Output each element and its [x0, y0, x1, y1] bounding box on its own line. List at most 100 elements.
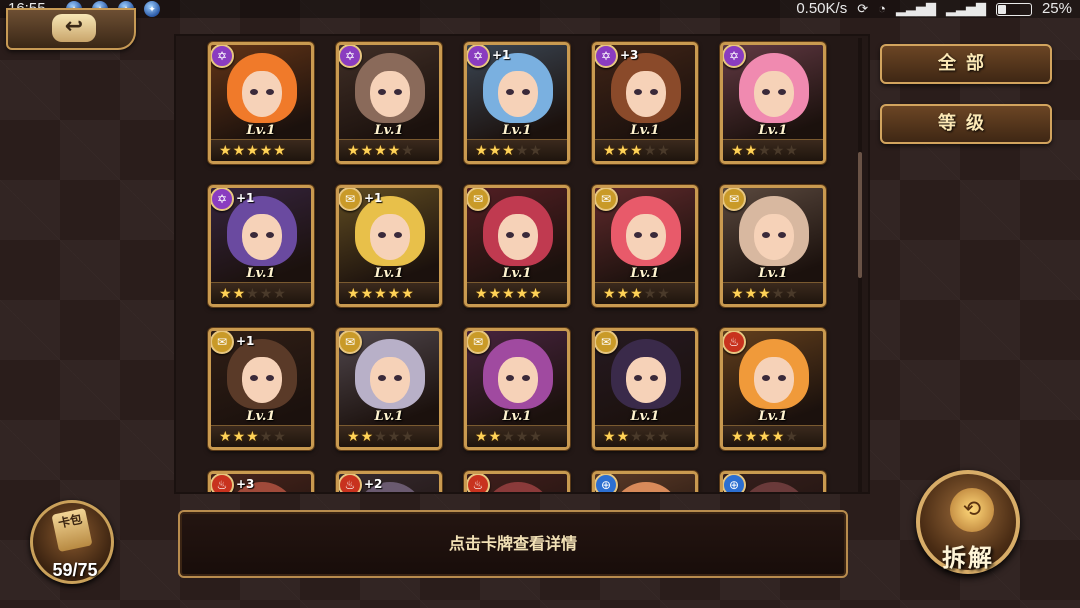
hero-card[interactable]: ♨ +2: [336, 471, 442, 492]
filter-level-button[interactable]: 等级: [880, 104, 1052, 144]
star-icon: ★: [515, 428, 529, 445]
hero-card[interactable]: Lv.1 ★ ★ ★ ★ ★ ✡: [336, 42, 442, 164]
star-icon: ★: [744, 142, 758, 159]
hero-card[interactable]: Lv.1 ★ ★ ★ ★ ★ ✡ +3: [592, 42, 698, 164]
scroll-thumb[interactable]: [858, 152, 862, 278]
hero-eye: [266, 375, 274, 381]
star-icon: ★: [488, 285, 502, 302]
star-icon: ★: [643, 142, 657, 159]
star-icon: ★: [273, 285, 286, 302]
star-icon: ★: [630, 428, 643, 445]
hero-card[interactable]: ♨ +3: [208, 471, 314, 492]
filter-all-button[interactable]: 全部: [880, 44, 1052, 84]
star-icon: ★: [232, 428, 246, 445]
hero-card[interactable]: ⊕: [720, 471, 826, 492]
hero-hair: [611, 482, 681, 492]
card-level: Lv.1: [374, 409, 404, 424]
hero-card[interactable]: Lv.1 ★ ★ ★ ★ ★ ✡ +1: [208, 185, 314, 307]
hero-card[interactable]: ⊕: [592, 471, 698, 492]
hero-face: [242, 214, 282, 260]
hero-card[interactable]: Lv.1 ★ ★ ★ ★ ★ ✡: [720, 42, 826, 164]
star-icon: ★: [475, 142, 488, 159]
hero-face: [498, 214, 538, 260]
network-speed: 0.50K/s: [796, 0, 848, 17]
fire-type-icon: ♨: [723, 331, 746, 354]
hero-eye: [778, 375, 786, 381]
battery-percent: 25%: [1041, 0, 1072, 17]
star-icon: ★: [401, 285, 414, 302]
hero-eye: [394, 89, 402, 95]
hero-face: [754, 214, 794, 260]
star-icon: ★: [246, 428, 259, 445]
hero-face: [498, 71, 538, 117]
hero-card[interactable]: Lv.1 ★ ★ ★ ★ ★ ✉: [464, 185, 570, 307]
status-right: 0.50K/s ⟳ ◔ ▂▃▅▇ ▂▃▅▇ 25%: [796, 0, 1072, 18]
star-icon: ★: [616, 142, 630, 159]
hero-card[interactable]: Lv.1 ★ ★ ★ ★ ★ ✉: [592, 185, 698, 307]
star-icon: ★: [360, 142, 374, 159]
hero-eye: [378, 232, 386, 238]
hero-eye: [778, 232, 786, 238]
hex-type-icon: ✡: [723, 45, 746, 68]
card-level: Lv.1: [630, 409, 660, 424]
hero-eye: [634, 89, 642, 95]
star-icon: ★: [515, 142, 529, 159]
hero-eye: [506, 375, 514, 381]
hero-face: [370, 71, 410, 117]
star-icon: ★: [259, 142, 273, 159]
hero-eye: [650, 375, 658, 381]
star-icon: ★: [360, 285, 374, 302]
back-button[interactable]: ↩: [6, 8, 136, 50]
card-level: Lv.1: [502, 123, 532, 138]
hero-face: [754, 71, 794, 117]
hero-eye: [266, 232, 274, 238]
hero-card[interactable]: Lv.1 ★ ★ ★ ★ ★ ✉: [720, 185, 826, 307]
hero-card[interactable]: Lv.1 ★ ★ ★ ★ ★ ✉ +1: [336, 185, 442, 307]
card-rank: +2: [364, 477, 383, 491]
scroll-type-icon: ✉: [595, 331, 618, 354]
hero-card[interactable]: Lv.1 ★ ★ ★ ★ ★ ✉: [464, 328, 570, 450]
star-icon: ★: [259, 285, 273, 302]
hero-card[interactable]: Lv.1 ★ ★ ★ ★ ★ ✉: [336, 328, 442, 450]
star-icon: ★: [603, 428, 616, 445]
star-icon: ★: [347, 428, 360, 445]
hint-text: 点击卡牌查看详情: [448, 534, 577, 553]
hex-type-icon: ✡: [211, 188, 234, 211]
card-level: Lv.1: [758, 409, 788, 424]
hero-eye: [266, 89, 274, 95]
hero-eye: [522, 89, 530, 95]
card-list-scrollbar[interactable]: [858, 38, 862, 494]
signal-icon: ▂▃▅▇: [895, 1, 936, 16]
card-level: Lv.1: [630, 123, 660, 138]
hero-card[interactable]: Lv.1 ★ ★ ★ ★ ★ ♨: [720, 328, 826, 450]
fire-type-icon: ♨: [467, 474, 490, 492]
hero-card[interactable]: ♨: [464, 471, 570, 492]
star-icon: ★: [387, 142, 401, 159]
card-star-rating: ★ ★ ★ ★ ★: [467, 425, 567, 447]
hex-type-icon: ✡: [595, 45, 618, 68]
star-icon: ★: [515, 285, 529, 302]
hero-card[interactable]: Lv.1 ★ ★ ★ ★ ★ ✡ +1: [464, 42, 570, 164]
star-icon: ★: [758, 142, 771, 159]
star-icon: ★: [259, 428, 273, 445]
card-level: Lv.1: [246, 266, 276, 281]
card-level: Lv.1: [758, 266, 788, 281]
hero-card[interactable]: Lv.1 ★ ★ ★ ★ ★ ✉ +1: [208, 328, 314, 450]
hero-eye: [762, 89, 770, 95]
hero-eye: [250, 89, 258, 95]
card-pack-count: 59/75: [52, 560, 98, 580]
card-list-panel[interactable]: Lv.1 ★ ★ ★ ★ ★ ✡ Lv.1 ★ ★ ★ ★ ★ ✡ Lv.1 ★ ★ ★ ★ ★ ✡ +1 Lv.1 ★ ★ ★ ★…: [176, 36, 868, 492]
card-star-rating: ★ ★ ★ ★ ★: [339, 139, 439, 161]
star-icon: ★: [360, 428, 374, 445]
hero-eye: [634, 375, 642, 381]
decompose-button[interactable]: ⟲ 拆解: [916, 470, 1020, 574]
star-icon: ★: [529, 285, 542, 302]
hero-card[interactable]: Lv.1 ★ ★ ★ ★ ★ ✡: [208, 42, 314, 164]
hero-card[interactable]: Lv.1 ★ ★ ★ ★ ★ ✉: [592, 328, 698, 450]
star-icon: ★: [475, 285, 488, 302]
hint-box: 点击卡牌查看详情: [178, 510, 848, 578]
card-level: Lv.1: [246, 409, 276, 424]
star-icon: ★: [771, 428, 785, 445]
notification-app-icon: ✦: [144, 1, 160, 17]
fire-type-icon: ♨: [211, 474, 234, 492]
